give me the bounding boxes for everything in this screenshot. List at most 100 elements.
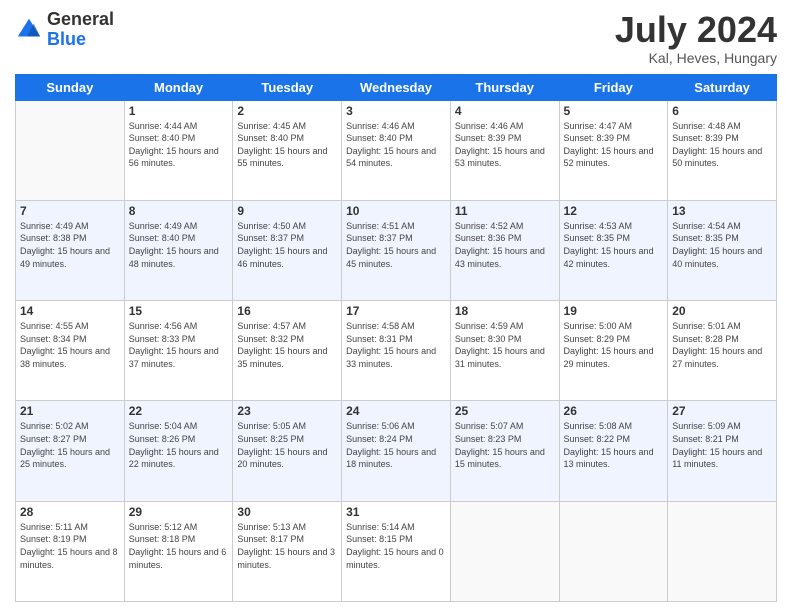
table-row: 3Sunrise: 4:46 AMSunset: 8:40 PMDaylight… — [342, 100, 451, 200]
day-info: Sunrise: 4:57 AMSunset: 8:32 PMDaylight:… — [237, 320, 337, 370]
table-row: 13 Sunrise: 4:54 AMSunset: 8:35 PMDayligh… — [668, 200, 777, 300]
day-info: Sunrise: 4:54 AMSunset: 8:35 PMDaylight:… — [672, 220, 772, 270]
table-row: 24 Sunrise: 5:06 AMSunset: 8:24 PMDayligh… — [342, 401, 451, 501]
day-number: 17 — [346, 304, 446, 318]
logo-icon — [15, 16, 43, 44]
calendar-table: Sunday Monday Tuesday Wednesday Thursday… — [15, 74, 777, 602]
day-number: 12 — [564, 204, 664, 218]
table-row: 6Sunrise: 4:48 AMSunset: 8:39 PMDaylight… — [668, 100, 777, 200]
table-row: 18 Sunrise: 4:59 AMSunset: 8:30 PMDayligh… — [450, 301, 559, 401]
table-row: 26Sunrise: 5:08 AMSunset: 8:22 PMDayligh… — [559, 401, 668, 501]
header: General Blue July 2024 Kal, Heves, Hunga… — [15, 10, 777, 66]
day-info: Sunrise: 5:11 AMSunset: 8:19 PMDaylight:… — [20, 521, 120, 571]
day-info: Sunrise: 5:08 AMSunset: 8:22 PMDaylight:… — [564, 420, 664, 470]
table-row: 16 Sunrise: 4:57 AMSunset: 8:32 PMDayligh… — [233, 301, 342, 401]
page: General Blue July 2024 Kal, Heves, Hunga… — [0, 0, 792, 612]
table-row: 20 Sunrise: 5:01 AMSunset: 8:28 PMDayligh… — [668, 301, 777, 401]
calendar-week-4: 21Sunrise: 5:02 AMSunset: 8:27 PMDayligh… — [16, 401, 777, 501]
table-row: 25Sunrise: 5:07 AMSunset: 8:23 PMDayligh… — [450, 401, 559, 501]
day-info: Sunrise: 5:14 AMSunset: 8:15 PMDaylight:… — [346, 521, 446, 571]
main-title: July 2024 — [615, 10, 777, 50]
table-row: 1Sunrise: 4:44 AMSunset: 8:40 PMDaylight… — [124, 100, 233, 200]
day-info: Sunrise: 4:55 AMSunset: 8:34 PMDaylight:… — [20, 320, 120, 370]
day-number: 19 — [564, 304, 664, 318]
header-thursday: Thursday — [450, 74, 559, 100]
day-number: 16 — [237, 304, 337, 318]
day-number: 28 — [20, 505, 120, 519]
day-number: 9 — [237, 204, 337, 218]
table-row: 17 Sunrise: 4:58 AMSunset: 8:31 PMDayligh… — [342, 301, 451, 401]
table-row: 29Sunrise: 5:12 AMSunset: 8:18 PMDayligh… — [124, 501, 233, 601]
day-number: 22 — [129, 404, 229, 418]
day-info: Sunrise: 4:46 AMSunset: 8:40 PMDaylight:… — [346, 120, 446, 170]
day-info: Sunrise: 5:13 AMSunset: 8:17 PMDaylight:… — [237, 521, 337, 571]
logo: General Blue — [15, 10, 114, 50]
day-number: 31 — [346, 505, 446, 519]
day-number: 20 — [672, 304, 772, 318]
header-sunday: Sunday — [16, 74, 125, 100]
header-monday: Monday — [124, 74, 233, 100]
table-row: 2 Sunrise: 4:45 AMSunset: 8:40 PMDaylight… — [233, 100, 342, 200]
table-row: 8 Sunrise: 4:49 AMSunset: 8:40 PMDaylight… — [124, 200, 233, 300]
header-tuesday: Tuesday — [233, 74, 342, 100]
table-row: 23 Sunrise: 5:05 AMSunset: 8:25 PMDayligh… — [233, 401, 342, 501]
header-saturday: Saturday — [668, 74, 777, 100]
table-row — [559, 501, 668, 601]
day-number: 10 — [346, 204, 446, 218]
day-info: Sunrise: 4:59 AMSunset: 8:30 PMDaylight:… — [455, 320, 555, 370]
day-info: Sunrise: 5:06 AMSunset: 8:24 PMDaylight:… — [346, 420, 446, 470]
logo-general: General — [47, 10, 114, 30]
day-info: Sunrise: 4:56 AMSunset: 8:33 PMDaylight:… — [129, 320, 229, 370]
day-number: 18 — [455, 304, 555, 318]
day-number: 27 — [672, 404, 772, 418]
title-block: July 2024 Kal, Heves, Hungary — [615, 10, 777, 66]
day-number: 8 — [129, 204, 229, 218]
calendar-week-1: 1Sunrise: 4:44 AMSunset: 8:40 PMDaylight… — [16, 100, 777, 200]
day-info: Sunrise: 4:51 AMSunset: 8:37 PMDaylight:… — [346, 220, 446, 270]
day-number: 25 — [455, 404, 555, 418]
day-number: 11 — [455, 204, 555, 218]
day-number: 2 — [237, 104, 337, 118]
day-number: 7 — [20, 204, 120, 218]
table-row: 28 Sunrise: 5:11 AMSunset: 8:19 PMDayligh… — [16, 501, 125, 601]
day-info: Sunrise: 4:52 AMSunset: 8:36 PMDaylight:… — [455, 220, 555, 270]
day-number: 24 — [346, 404, 446, 418]
table-row — [16, 100, 125, 200]
day-info: Sunrise: 5:04 AMSunset: 8:26 PMDaylight:… — [129, 420, 229, 470]
day-number: 5 — [564, 104, 664, 118]
day-info: Sunrise: 4:58 AMSunset: 8:31 PMDaylight:… — [346, 320, 446, 370]
day-number: 4 — [455, 104, 555, 118]
day-number: 23 — [237, 404, 337, 418]
table-row: 12 Sunrise: 4:53 AMSunset: 8:35 PMDayligh… — [559, 200, 668, 300]
header-wednesday: Wednesday — [342, 74, 451, 100]
day-info: Sunrise: 5:01 AMSunset: 8:28 PMDaylight:… — [672, 320, 772, 370]
day-info: Sunrise: 4:49 AMSunset: 8:40 PMDaylight:… — [129, 220, 229, 270]
table-row: 10 Sunrise: 4:51 AMSunset: 8:37 PMDayligh… — [342, 200, 451, 300]
day-number: 13 — [672, 204, 772, 218]
day-info: Sunrise: 4:53 AMSunset: 8:35 PMDaylight:… — [564, 220, 664, 270]
calendar-week-3: 14 Sunrise: 4:55 AMSunset: 8:34 PMDayligh… — [16, 301, 777, 401]
day-info: Sunrise: 5:12 AMSunset: 8:18 PMDaylight:… — [129, 521, 229, 571]
logo-blue: Blue — [47, 30, 114, 50]
day-number: 14 — [20, 304, 120, 318]
day-info: Sunrise: 5:05 AMSunset: 8:25 PMDaylight:… — [237, 420, 337, 470]
day-info: Sunrise: 4:48 AMSunset: 8:39 PMDaylight:… — [672, 120, 772, 170]
table-row: 9Sunrise: 4:50 AMSunset: 8:37 PMDaylight… — [233, 200, 342, 300]
logo-text: General Blue — [47, 10, 114, 50]
day-info: Sunrise: 4:45 AMSunset: 8:40 PMDaylight:… — [237, 120, 337, 170]
day-info: Sunrise: 4:46 AMSunset: 8:39 PMDaylight:… — [455, 120, 555, 170]
table-row — [668, 501, 777, 601]
table-row: 27 Sunrise: 5:09 AMSunset: 8:21 PMDayligh… — [668, 401, 777, 501]
weekday-header-row: Sunday Monday Tuesday Wednesday Thursday… — [16, 74, 777, 100]
day-number: 21 — [20, 404, 120, 418]
subtitle: Kal, Heves, Hungary — [615, 50, 777, 66]
calendar-week-2: 7 Sunrise: 4:49 AMSunset: 8:38 PMDaylight… — [16, 200, 777, 300]
table-row: 14 Sunrise: 4:55 AMSunset: 8:34 PMDayligh… — [16, 301, 125, 401]
day-info: Sunrise: 4:47 AMSunset: 8:39 PMDaylight:… — [564, 120, 664, 170]
table-row: 19Sunrise: 5:00 AMSunset: 8:29 PMDayligh… — [559, 301, 668, 401]
day-info: Sunrise: 4:49 AMSunset: 8:38 PMDaylight:… — [20, 220, 120, 270]
table-row: 11 Sunrise: 4:52 AMSunset: 8:36 PMDayligh… — [450, 200, 559, 300]
table-row: 21Sunrise: 5:02 AMSunset: 8:27 PMDayligh… — [16, 401, 125, 501]
day-info: Sunrise: 5:09 AMSunset: 8:21 PMDaylight:… — [672, 420, 772, 470]
calendar-week-5: 28 Sunrise: 5:11 AMSunset: 8:19 PMDayligh… — [16, 501, 777, 601]
